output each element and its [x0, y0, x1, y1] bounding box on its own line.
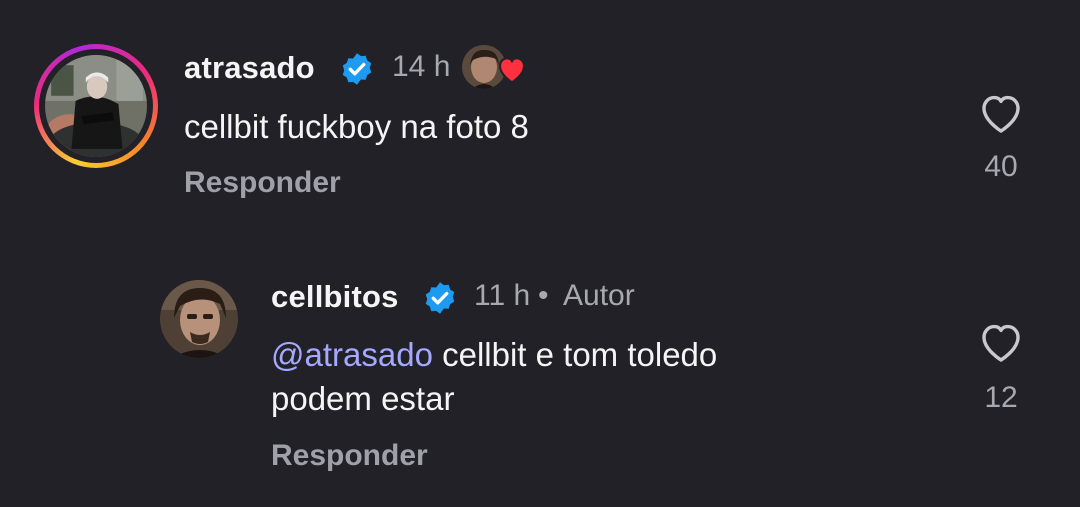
separator-dot: • — [538, 279, 549, 312]
liked-by-author-indicator — [462, 45, 528, 89]
comment-timestamp: 14 h — [392, 50, 451, 83]
avatar-image — [45, 55, 147, 157]
like-count: 40 — [984, 150, 1018, 183]
heart-outline-icon[interactable] — [977, 320, 1025, 364]
comment-username[interactable]: atrasado — [184, 50, 315, 86]
reply-button[interactable]: Responder — [184, 166, 341, 200]
verified-badge-icon — [425, 282, 455, 314]
mention-link[interactable]: @atrasado — [271, 336, 433, 373]
heart-filled-icon — [498, 57, 526, 84]
reply-text-line2: podem estar — [271, 380, 455, 417]
reply-text: @atrasado cellbit e tom toledo podem est… — [271, 333, 717, 421]
author-tag: Autor — [563, 279, 635, 312]
verified-badge-icon — [342, 53, 372, 85]
like-count: 12 — [984, 381, 1018, 414]
reply-timestamp: 11 h — [474, 279, 531, 312]
avatar-cellbitos[interactable] — [160, 280, 238, 358]
heart-outline-icon[interactable] — [977, 91, 1025, 135]
reply-button[interactable]: Responder — [271, 439, 428, 473]
avatar-image — [160, 280, 238, 358]
comments-thread: atrasado 14 h cellbit fuckboy na foto 8 … — [0, 0, 1080, 507]
comment-text: cellbit fuckboy na foto 8 — [184, 108, 529, 145]
reply-text-line1: cellbit e tom toledo — [432, 336, 718, 373]
avatar-atrasado[interactable] — [45, 55, 147, 157]
reply-username[interactable]: cellbitos — [271, 279, 399, 315]
